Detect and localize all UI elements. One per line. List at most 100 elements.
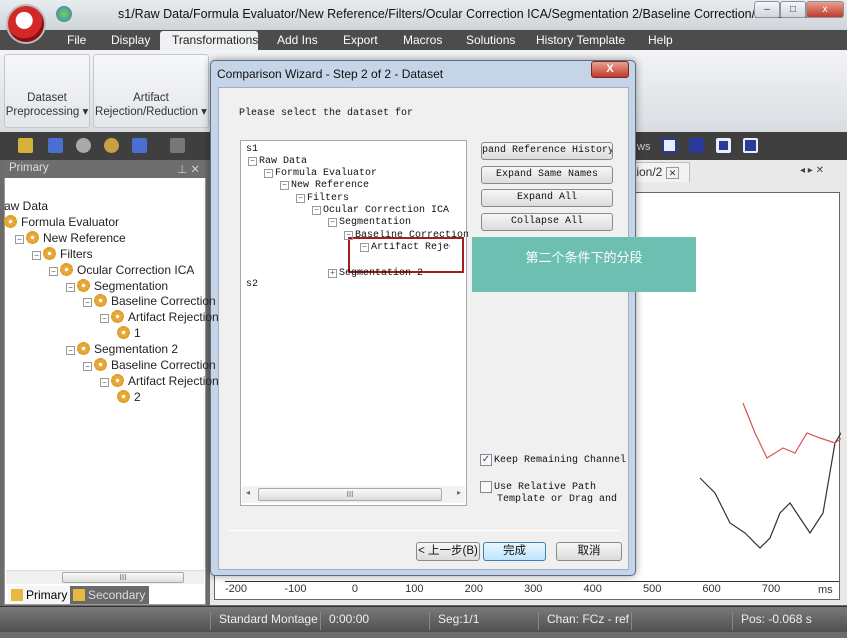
tree-item[interactable]: − Segmentation 2 [66,342,178,356]
tree-item[interactable]: 1 [117,326,141,340]
tree-item[interactable]: − Segmentation [66,278,168,293]
dialog-close-button[interactable]: X [591,61,629,78]
x-tick-label: 700 [761,583,781,595]
zoom-icon[interactable] [76,138,91,153]
artifact-rejection-button[interactable]: Artifact Rejection/Reduction ▾ [93,54,209,128]
minimize-button[interactable]: – [754,1,780,18]
menu-transformations[interactable]: Transformations [172,33,258,47]
collapse-icon[interactable]: − [344,231,353,240]
app-menu-button[interactable] [6,4,46,44]
menu-macros[interactable]: Macros [403,33,442,47]
tab-label: Secondary [88,588,146,602]
dataset-tree-item[interactable]: − Filters [296,193,349,204]
x-tick-label: 0 [351,583,358,595]
dataset-tree-item[interactable]: − Raw Data [248,156,307,167]
folder-icon [73,589,85,601]
tile-horizontal-icon[interactable] [716,138,731,153]
tree-item[interactable]: − New Reference [15,230,126,245]
collapse-icon[interactable]: − [248,157,257,166]
menu-solutions[interactable]: Solutions [466,33,515,47]
wave-icon[interactable] [48,138,63,153]
tile-vertical-icon[interactable] [743,138,758,153]
collapse-icon[interactable]: − [100,377,109,387]
collapse-icon[interactable]: − [328,218,337,227]
dataset-tree-item[interactable]: s1 [246,144,258,155]
dataset-tree-item[interactable]: − Ocular Correction ICA [312,205,449,216]
status-chan: Chan: FCz - ref [538,612,629,630]
window-icon[interactable] [662,138,677,153]
dataset-tree[interactable] [240,140,467,506]
scrollbar-thumb[interactable]: III [62,572,184,583]
collapse-icon[interactable]: − [32,250,41,260]
tree-item[interactable]: − Artifact Rejection [100,373,219,388]
expand-same-names-button[interactable]: Expand Same Names [481,166,613,184]
collapse-icon[interactable]: − [83,298,92,308]
dataset-preprocessing-button[interactable]: Dataset Preprocessing ▾ [4,54,90,128]
document-tab[interactable]: tion/2 ✕ [628,162,690,182]
tree-item[interactable]: − Filters [32,246,93,261]
tab-primary[interactable]: Primary [8,586,72,604]
x-tick-label: -200 [224,583,248,595]
tree-item[interactable]: − Baseline Correction [83,358,216,372]
dataset-tree-item[interactable]: − Formula Evaluator [264,168,377,179]
menu-history-template[interactable]: History Template [536,33,625,47]
relative-path-checkbox[interactable] [480,481,492,493]
dataset-tree-item[interactable]: s2 [246,279,258,290]
collapse-icon[interactable]: − [312,206,321,215]
panel-pin-close-icons[interactable]: ⊥ ✕ [177,162,200,176]
finish-button[interactable]: 完成 [483,542,546,561]
keep-remaining-checkbox[interactable]: ✓ [480,454,492,466]
expand-icon[interactable]: + [328,269,337,278]
collapse-icon[interactable]: − [100,314,109,324]
menu-file[interactable]: File [67,33,86,47]
collapse-icon[interactable]: − [264,169,273,178]
menu-display[interactable]: Display [111,33,150,47]
tab-nav-icons[interactable]: ◂ ▸ ✕ [800,165,824,176]
close-tab-icon[interactable]: ✕ [665,167,680,179]
collapse-all-button[interactable]: Collapse All [481,213,613,231]
tree-item-label: Filters [60,246,93,261]
gear-icon [26,230,39,244]
cancel-button[interactable]: 取消 [556,542,622,561]
group-label: Artifact [133,92,169,104]
zoom-in-icon[interactable] [104,138,119,153]
collapse-icon[interactable]: − [66,282,75,292]
r-icon[interactable] [170,138,185,153]
close-button[interactable]: x [806,1,844,18]
tree-item[interactable]: 2 [117,389,141,404]
expand-reference-history-button[interactable]: pand Reference History Fi [481,142,613,160]
collapse-icon[interactable]: − [280,181,289,190]
keep-remaining-label: Keep Remaining Channel [494,455,627,466]
tab-label: Primary [26,588,68,602]
gear-icon [60,262,73,276]
back-button[interactable]: < 上一步(B) [416,542,480,561]
collapse-icon[interactable]: − [15,234,24,244]
expand-all-button[interactable]: Expand All [481,189,613,207]
dataset-tree-item[interactable]: + Segmentation 2 [328,268,423,279]
dataset-tree-item[interactable]: − Segmentation [328,217,411,228]
scale-icon[interactable] [132,138,147,153]
maximize-button[interactable]: □ [780,1,806,18]
collapse-icon[interactable]: − [360,243,369,252]
open-icon[interactable] [18,138,33,153]
tab-secondary[interactable]: Secondary [70,586,150,604]
tree-item[interactable]: − Baseline Correction [83,294,216,308]
tree-item[interactable]: Formula Evaluator [4,214,119,229]
gear-icon [94,358,107,371]
collapse-icon[interactable]: − [83,362,92,371]
dataset-tree-item[interactable]: − New Reference [280,180,369,191]
quick-access-icon[interactable] [56,6,72,22]
scrollbar-thumb[interactable]: III [258,488,442,501]
menu-add-ins[interactable]: Add Ins [277,33,318,47]
tree-item[interactable]: aw Data [4,199,48,213]
gear-icon [111,310,124,324]
tree-item[interactable]: − Ocular Correction ICA [49,262,194,277]
tree-item[interactable]: − Artifact Rejection [100,310,219,324]
collapse-icon[interactable]: − [49,266,58,276]
cascade-icon[interactable] [689,138,704,153]
dataset-tree-item[interactable]: − Baseline Correction [344,230,468,241]
menu-help[interactable]: Help [648,33,673,47]
collapse-icon[interactable]: − [66,346,75,356]
collapse-icon[interactable]: − [296,194,305,203]
menu-export[interactable]: Export [343,33,378,47]
